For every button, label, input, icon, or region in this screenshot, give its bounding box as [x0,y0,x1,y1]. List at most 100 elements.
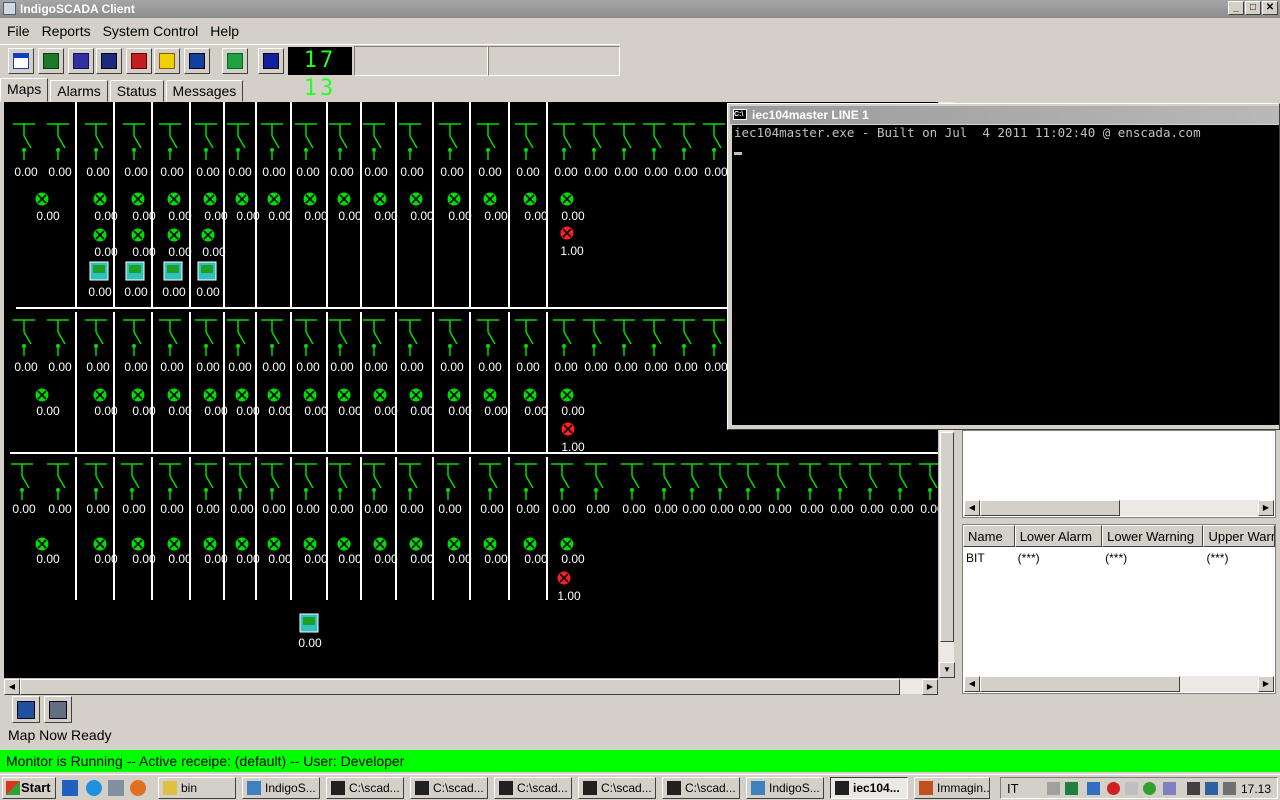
toolbar-clock: 17 13 [288,47,352,101]
col-lower-alarm[interactable]: Lower Alarm [1014,525,1103,547]
config-button[interactable] [96,48,122,74]
minimize-button[interactable]: _ [1228,1,1244,15]
reports-button[interactable] [8,48,34,74]
ie-icon[interactable] [86,780,102,796]
col-upper-warning[interactable]: Upper Warn [1203,525,1275,547]
breaker-value: 0.00 [304,209,328,223]
scroll-left-icon[interactable]: ◀ [964,500,980,516]
switch-icon [227,319,249,356]
feeder-value: 0.00 [400,360,424,374]
right-top-hscroll[interactable]: ◀ ▶ [964,500,1274,516]
taskbar-task[interactable]: C:\scad... [410,777,488,799]
switch-icon [703,123,725,160]
check-button[interactable] [222,48,248,74]
scroll-right-icon[interactable]: ▶ [922,679,938,695]
logout-icon [73,53,89,69]
login-button[interactable] [38,48,64,74]
tab-alarms[interactable]: Alarms [50,80,108,102]
close-button[interactable]: ✕ [1262,1,1278,15]
menu-reports[interactable]: Reports [35,20,96,42]
map-hscroll-thumb[interactable] [20,679,900,695]
explorer-icon[interactable] [108,780,124,796]
scroll-left-icon[interactable]: ◀ [964,676,980,692]
taskbar-task[interactable]: C:\scad... [578,777,656,799]
tray-battery-icon[interactable] [1187,782,1200,795]
feeder-value: 0.00 [516,165,540,179]
tray-app-icon[interactable] [1163,782,1176,795]
note-button[interactable] [154,48,180,74]
pause-button[interactable] [184,48,210,74]
tab-maps[interactable]: Maps [0,78,49,102]
menu-file[interactable]: File [0,20,35,42]
refresh-map-button[interactable] [12,696,40,723]
ack-button[interactable] [126,48,152,74]
switch-icon [329,123,351,160]
taskbar-task[interactable]: bin [158,777,236,799]
desktop-icon[interactable] [62,780,78,796]
firefox-icon[interactable] [130,780,146,796]
feeder-value: 0.00 [768,502,792,516]
scroll-down-icon[interactable]: ▼ [939,662,955,678]
console-icon: C:\ [733,109,747,120]
table-row[interactable]: BIT (***) (***) (***) [963,547,1275,569]
toolbar-panel-right [488,46,620,76]
taskbar-task[interactable]: C:\scad... [326,777,404,799]
right-table-hscroll[interactable]: ◀ ▶ [964,676,1274,692]
feeder-value: 0.00 [124,360,148,374]
print-icon [49,701,67,719]
menu-system-control[interactable]: System Control [96,20,204,42]
cell-lower-alarm: (***) [1017,551,1040,565]
tray-volume-icon[interactable] [1223,782,1236,795]
menu-help[interactable]: Help [203,20,244,42]
help-button[interactable] [258,48,284,74]
tray-stop-icon[interactable] [1107,782,1120,795]
breaker-value: 0.00 [132,209,156,223]
tray-lock-icon[interactable] [1047,782,1060,795]
taskbar-task[interactable]: C:\scad... [494,777,572,799]
taskbar-task[interactable]: IndigoS... [242,777,320,799]
tray-shield-icon[interactable] [1065,782,1078,795]
taskbar-task[interactable]: iec104... [830,777,908,799]
switch-icon [583,319,605,356]
tab-status[interactable]: Status [109,80,164,102]
tray-monitor-icon[interactable] [1205,782,1218,795]
map-horizontal-scrollbar[interactable]: ◀ ▶ [4,678,938,695]
switch-icon [477,319,499,356]
feeder-value: 0.00 [364,502,388,516]
col-lower-warning[interactable]: Lower Warning [1102,525,1204,547]
switch-icon [123,319,145,356]
start-button[interactable]: Start [2,777,56,799]
logout-button[interactable] [68,48,94,74]
map-tools [12,696,72,724]
console-output[interactable]: iec104master.exe - Built on Jul 4 2011 1… [732,125,1279,425]
maximize-button[interactable]: □ [1245,1,1261,15]
feeder-value: 0.00 [124,165,148,179]
col-name[interactable]: Name [963,525,1015,547]
taskbar-task[interactable]: IndigoS... [746,777,824,799]
tab-messages[interactable]: Messages [165,80,244,102]
scroll-right-icon[interactable]: ▶ [1258,500,1274,516]
switch-icon [515,123,537,160]
print-map-button[interactable] [44,696,72,723]
console-window[interactable]: C:\ iec104master LINE 1 iec104master.exe… [727,103,1280,430]
switch-icon [399,319,421,356]
scroll-left-icon[interactable]: ◀ [4,679,20,695]
right-table-hscroll-thumb[interactable] [980,676,1180,692]
console-title-bar[interactable]: C:\ iec104master LINE 1 [730,106,1279,124]
breaker-value: 0.00 [94,245,118,259]
switch-icon [159,123,181,160]
right-top-hscroll-thumb[interactable] [980,500,1120,516]
language-indicator[interactable]: IT [1007,781,1019,796]
feeder-value: 0.00 [160,165,184,179]
tray-chrome-icon[interactable] [1143,782,1156,795]
scroll-right-icon[interactable]: ▶ [1258,676,1274,692]
switch-icon [329,463,351,500]
feeder-value: 0.00 [554,165,578,179]
map-vscroll-thumb[interactable] [940,432,954,642]
taskbar-task[interactable]: C:\scad... [662,777,740,799]
tray-network-icon[interactable] [1087,782,1100,795]
meter-screen [167,265,179,273]
taskbar-task[interactable]: Immagin... [914,777,990,799]
tray-usb-icon[interactable] [1125,782,1138,795]
feeder-value: 0.00 [400,165,424,179]
